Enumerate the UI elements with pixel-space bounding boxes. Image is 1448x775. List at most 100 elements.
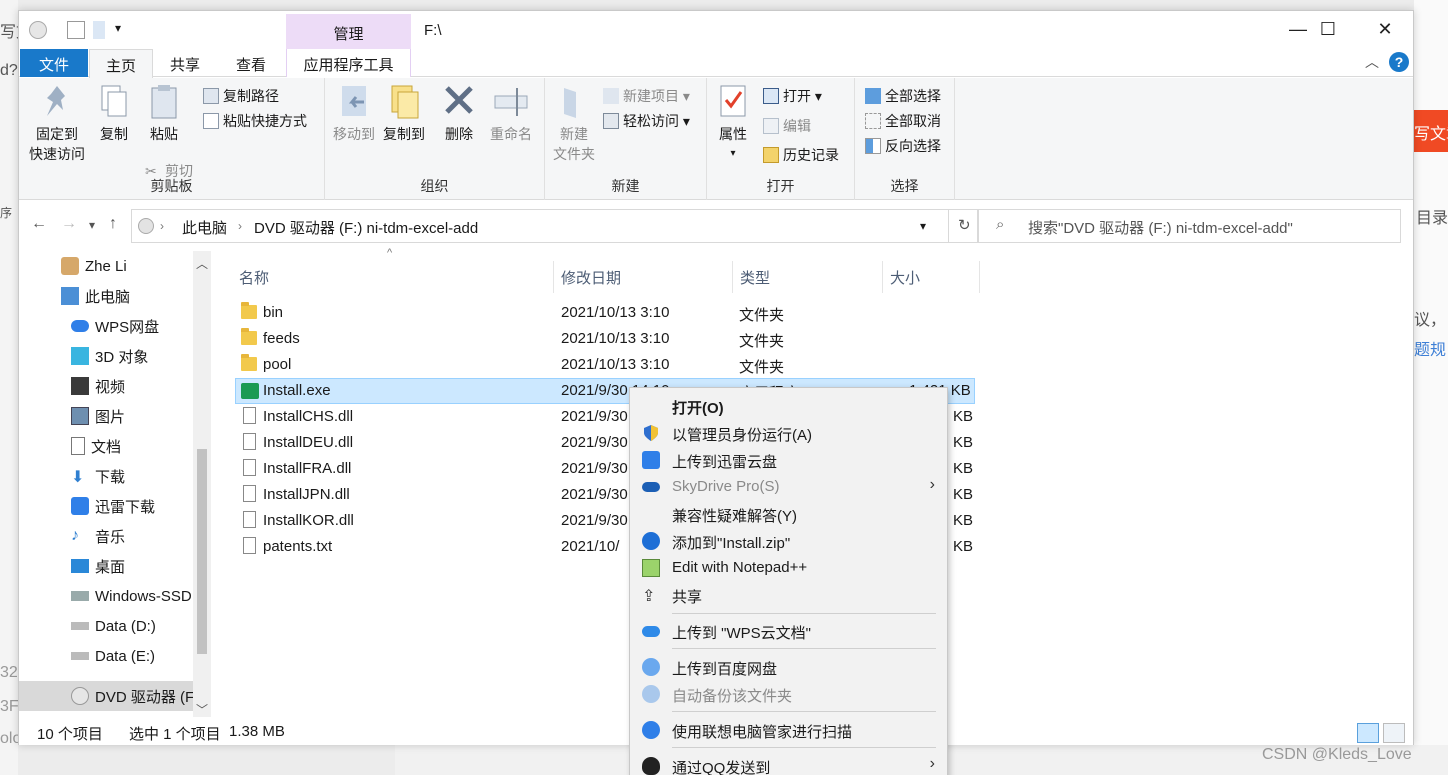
nav-item-music[interactable]: ♪ 音乐 [71, 521, 125, 551]
copy-to-button[interactable]: 复制到 [379, 82, 429, 144]
menu-item-auto-backup[interactable]: 自动备份该文件夹 [630, 681, 947, 707]
cloud-icon [71, 320, 89, 332]
column-header-size[interactable]: 大小 [890, 261, 920, 293]
text-file-icon [243, 537, 256, 554]
new-folder-quick-icon[interactable] [93, 21, 105, 39]
nav-scrollbar-thumb[interactable] [197, 449, 207, 654]
tab-app-tools[interactable]: 应用程序工具 [286, 49, 411, 77]
nav-item-documents[interactable]: 文档 [71, 431, 121, 461]
invert-selection-button[interactable]: 反向选择 [865, 136, 941, 156]
drive-icon [71, 591, 89, 601]
forward-arrow-icon[interactable]: → [61, 215, 77, 233]
new-folder-button[interactable]: 新建 文件夹 [549, 82, 599, 164]
file-row[interactable]: bin 2021/10/13 3:10 文件夹 [235, 300, 975, 326]
address-bar[interactable]: › 此电脑 › DVD 驱动器 (F:) ni-tdm-excel-add ▾ … [131, 209, 979, 243]
back-arrow-icon[interactable]: ← [31, 215, 47, 233]
zip-icon [642, 532, 660, 550]
easy-access-icon [603, 113, 619, 129]
recent-locations-chevron-icon[interactable]: ▾ [89, 218, 95, 232]
collapse-ribbon-icon[interactable]: ︿ [1365, 52, 1379, 72]
nav-item-desktop[interactable]: 桌面 [71, 551, 125, 581]
tab-file[interactable]: 文件 [20, 49, 88, 77]
ribbon-tabs: 文件 主页 共享 查看 应用程序工具 ︿ ? [19, 49, 1413, 78]
properties-check-icon[interactable] [67, 21, 85, 39]
desktop-icon [71, 559, 89, 573]
copy-button[interactable]: 复制 [91, 82, 137, 144]
menu-item-upload-baidu[interactable]: 上传到百度网盘 [630, 654, 947, 680]
refresh-icon[interactable]: ↻ [958, 216, 971, 234]
user-icon [61, 257, 79, 275]
menu-item-upload-wps[interactable]: 上传到 "WPS云文档" [630, 618, 947, 644]
file-row[interactable]: feeds 2021/10/13 3:10 文件夹 [235, 326, 975, 352]
select-all-button[interactable]: 全部选择 [865, 86, 941, 106]
dll-file-icon [243, 407, 256, 424]
skydrive-icon [642, 482, 660, 492]
manage-context-header: 管理 [286, 14, 411, 49]
details-view-icon[interactable] [1357, 723, 1379, 743]
write-article-button[interactable]: 写文章 [1414, 110, 1448, 152]
rename-icon [493, 82, 529, 122]
quick-access-dropdown-icon[interactable]: ▾ [115, 21, 133, 39]
copy-path-button[interactable]: 复制路径 [203, 86, 279, 106]
nav-item-wps-cloud[interactable]: WPS网盘 [71, 311, 159, 341]
select-group-label: 选择 [890, 178, 919, 194]
close-button[interactable]: ✕ [1356, 11, 1414, 47]
paste-shortcut-button[interactable]: 粘贴快捷方式 [203, 111, 307, 131]
menu-item-open[interactable]: 打开(O) [630, 393, 947, 419]
breadcrumb-dvd-drive[interactable]: DVD 驱动器 (F:) ni-tdm-excel-add [254, 217, 478, 238]
address-dropdown-icon[interactable]: ▾ [920, 219, 926, 233]
menu-item-skydrive-pro[interactable]: SkyDrive Pro(S) › [630, 474, 947, 500]
move-to-button[interactable]: 移动到 [329, 82, 379, 144]
help-icon[interactable]: ? [1389, 52, 1409, 72]
new-item-button[interactable]: 新建项目 ▾ [603, 86, 690, 106]
scroll-up-icon[interactable]: ︿ [196, 255, 208, 272]
menu-item-send-qq[interactable]: 通过QQ发送到 › [630, 753, 947, 775]
dll-file-icon [243, 459, 256, 476]
rename-button[interactable]: 重命名 [485, 82, 537, 144]
delete-button[interactable]: 删除 [437, 82, 481, 144]
column-header-name[interactable]: 名称 [239, 261, 269, 293]
nav-item-3d-objects[interactable]: 3D 对象 [71, 341, 148, 371]
menu-item-notepad-plus[interactable]: Edit with Notepad++ [630, 555, 947, 581]
computer-icon [61, 287, 79, 305]
paste-button[interactable]: 粘贴 [141, 82, 187, 144]
easy-access-button[interactable]: 轻松访问 ▾ [603, 111, 690, 131]
nav-item-libraries[interactable]: 库 [61, 711, 100, 717]
open-button[interactable]: 打开 ▾ [763, 86, 822, 106]
nav-item-data-d[interactable]: Data (D:) [71, 611, 156, 641]
history-button[interactable]: 历史记录 [763, 145, 839, 165]
tab-share[interactable]: 共享 [159, 49, 211, 77]
breadcrumb-this-pc[interactable]: 此电脑 [182, 217, 227, 238]
nav-item-user[interactable]: Zhe Li [61, 251, 127, 281]
properties-button[interactable]: 属性 ▾ [713, 82, 753, 164]
folder-icon [241, 354, 257, 371]
nav-item-this-pc[interactable]: 此电脑 [61, 281, 130, 311]
nav-item-pictures[interactable]: 图片 [71, 401, 125, 431]
menu-item-upload-thunder[interactable]: 上传到迅雷云盘 [630, 447, 947, 473]
nav-item-videos[interactable]: 视频 [71, 371, 125, 401]
tab-view[interactable]: 查看 [225, 49, 277, 77]
pin-quick-access-button[interactable]: 固定到 快速访问 [25, 82, 89, 164]
menu-item-run-as-admin[interactable]: 以管理员身份运行(A) [630, 420, 947, 446]
up-arrow-icon[interactable]: ↑ [109, 215, 117, 233]
nav-item-downloads[interactable]: ⬇ 下载 [71, 461, 125, 491]
search-input[interactable]: ⌕ 搜索"DVD 驱动器 (F:) ni-tdm-excel-add" [977, 209, 1401, 243]
menu-item-add-to-zip[interactable]: 添加到"Install.zip" [630, 528, 947, 554]
menu-item-share[interactable]: ⇪ 共享 [630, 582, 947, 608]
tab-home[interactable]: 主页 [89, 49, 153, 78]
column-header-type[interactable]: 类型 [740, 261, 770, 293]
large-icons-view-icon[interactable] [1383, 723, 1405, 743]
nav-item-windows-ssd[interactable]: Windows-SSD [71, 581, 192, 611]
menu-item-lenovo-scan[interactable]: 使用联想电脑管家进行扫描 [630, 717, 947, 743]
menu-item-compat-troubleshoot[interactable]: 兼容性疑难解答(Y) [630, 501, 947, 527]
move-to-icon [336, 82, 372, 122]
nav-item-dvd-drive[interactable]: DVD 驱动器 (F [71, 681, 194, 711]
maximize-button[interactable]: ☐ [1299, 11, 1357, 47]
select-none-button[interactable]: 全部取消 [865, 111, 941, 131]
scroll-down-icon[interactable]: ﹀ [196, 701, 208, 717]
file-row[interactable]: pool 2021/10/13 3:10 文件夹 [235, 352, 975, 378]
nav-item-data-e[interactable]: Data (E:) [71, 641, 155, 671]
column-header-date[interactable]: 修改日期 [561, 261, 621, 293]
edit-button[interactable]: 编辑 [763, 116, 811, 136]
nav-item-thunder-downloads[interactable]: 迅雷下载 [71, 491, 155, 521]
